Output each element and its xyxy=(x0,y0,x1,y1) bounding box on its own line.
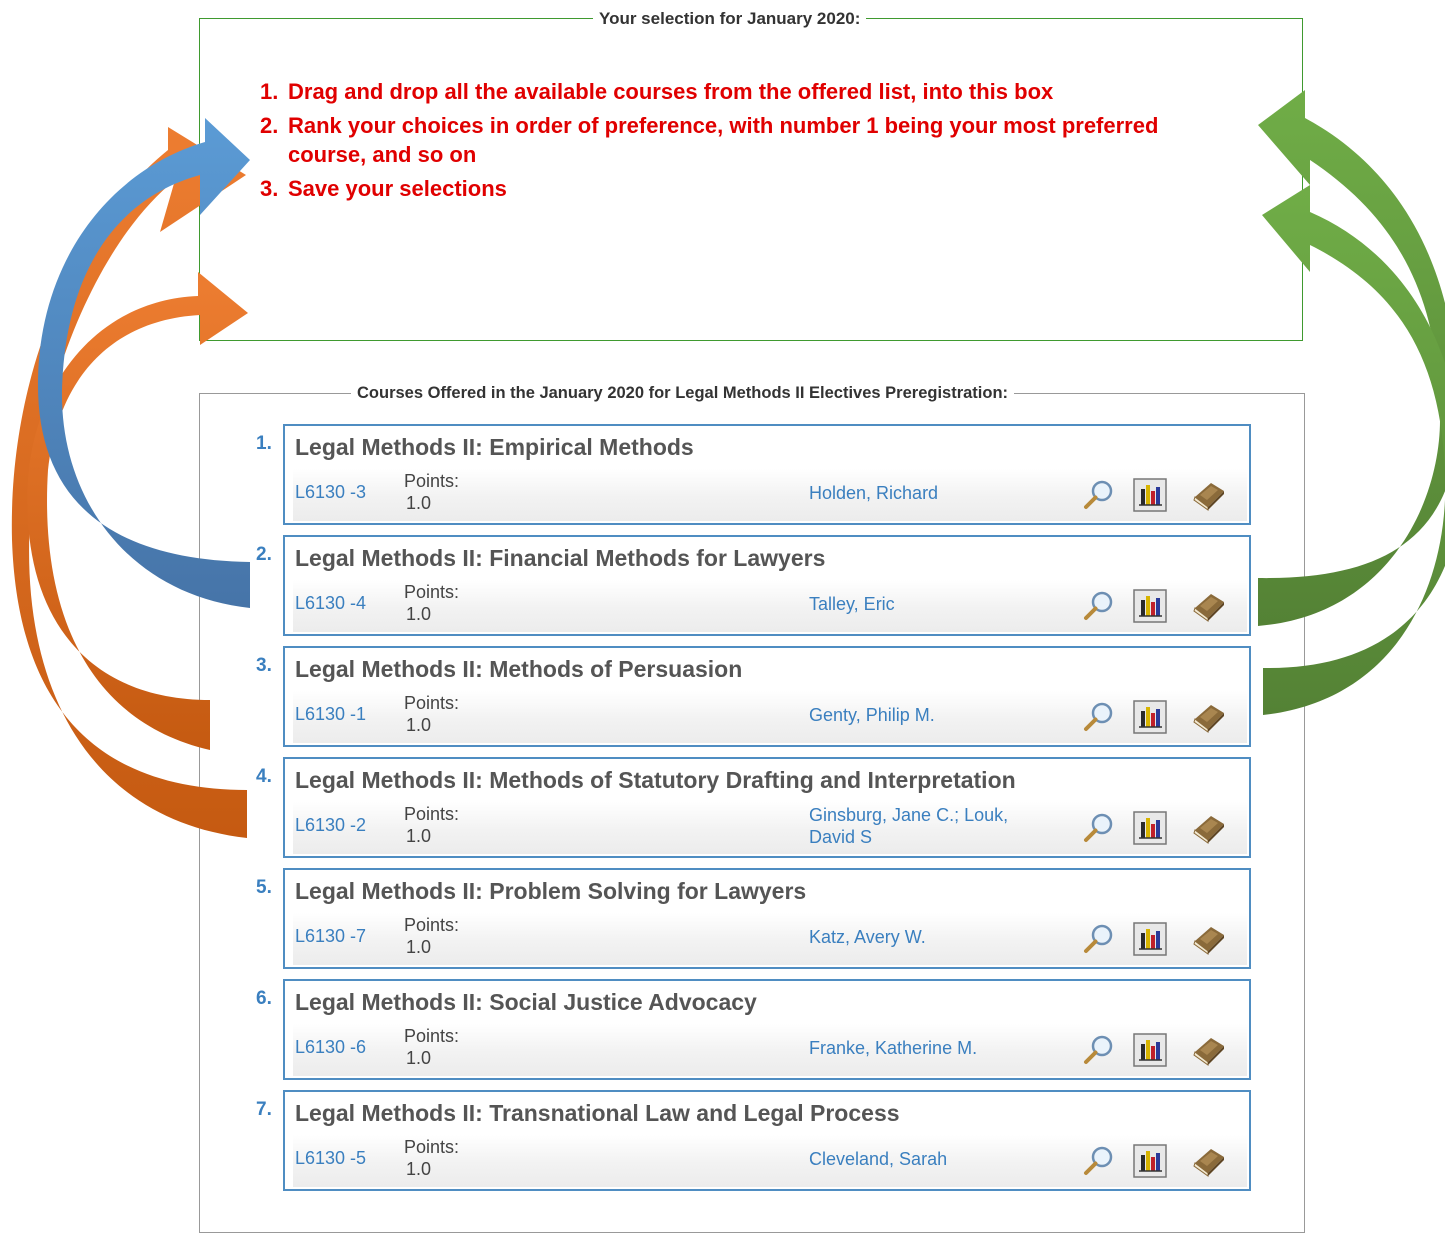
course-rank: 6. xyxy=(256,988,272,1009)
course-code[interactable]: L6130 -1 xyxy=(295,704,366,725)
points-value: 1.0 xyxy=(406,1048,432,1068)
course-title: Legal Methods II: Problem Solving for La… xyxy=(295,878,807,904)
bar-chart-icon[interactable] xyxy=(1132,699,1168,735)
points-label: Points: xyxy=(404,693,460,713)
course-title: Legal Methods II: Methods of Persuasion xyxy=(295,656,743,682)
instructor-link[interactable]: Holden, Richard xyxy=(809,482,1059,504)
magnifier-icon[interactable] xyxy=(1081,477,1117,513)
book-icon[interactable] xyxy=(1191,921,1227,957)
points-value: 1.0 xyxy=(406,493,432,513)
course-row[interactable]: 4. Legal Methods II: Methods of Statutor… xyxy=(200,757,1300,858)
book-icon[interactable] xyxy=(1191,1032,1227,1068)
course-title: Legal Methods II: Social Justice Advocac… xyxy=(295,989,757,1015)
points-label: Points: xyxy=(404,582,460,602)
course-row[interactable]: 7. Legal Methods II: Transnational Law a… xyxy=(200,1090,1300,1191)
course-rank: 5. xyxy=(256,877,272,898)
course-code[interactable]: L6130 -4 xyxy=(295,593,366,614)
points-label: Points: xyxy=(404,1137,460,1157)
course-card[interactable]: Legal Methods II: Empirical Methods L613… xyxy=(283,424,1251,525)
course-row[interactable]: 5. Legal Methods II: Problem Solving for… xyxy=(200,868,1300,969)
book-icon[interactable] xyxy=(1191,1143,1227,1179)
course-rank: 1. xyxy=(256,433,272,454)
instructor-link[interactable]: Ginsburg, Jane C.; Louk, David S xyxy=(809,804,1059,848)
bar-chart-icon[interactable] xyxy=(1132,588,1168,624)
instruction-item: 1. Drag and drop all the available cours… xyxy=(260,77,1188,106)
course-card[interactable]: Legal Methods II: Methods of Persuasion … xyxy=(283,646,1251,747)
bar-chart-icon[interactable] xyxy=(1132,477,1168,513)
course-rank: 7. xyxy=(256,1099,272,1120)
instruction-item: 3. Save your selections xyxy=(260,174,1188,203)
course-card[interactable]: Legal Methods II: Social Justice Advocac… xyxy=(283,979,1251,1080)
points-value: 1.0 xyxy=(406,715,432,735)
course-card[interactable]: Legal Methods II: Transnational Law and … xyxy=(283,1090,1251,1191)
courses-offered-box: Courses Offered in the January 2020 for … xyxy=(199,384,1305,1233)
course-rank: 2. xyxy=(256,544,272,565)
course-card[interactable]: Legal Methods II: Financial Methods for … xyxy=(283,535,1251,636)
instructor-link[interactable]: Cleveland, Sarah xyxy=(809,1148,1059,1170)
course-row[interactable]: 6. Legal Methods II: Social Justice Advo… xyxy=(200,979,1300,1080)
instructions-list: 1. Drag and drop all the available cours… xyxy=(260,77,1188,208)
course-title: Legal Methods II: Empirical Methods xyxy=(295,434,694,460)
instructor-link[interactable]: Franke, Katherine M. xyxy=(809,1037,1059,1059)
course-rank: 3. xyxy=(256,655,272,676)
bar-chart-icon[interactable] xyxy=(1132,810,1168,846)
book-icon[interactable] xyxy=(1191,699,1227,735)
instruction-number: 2. xyxy=(260,113,279,138)
instruction-item: 2. Rank your choices in order of prefere… xyxy=(260,111,1188,169)
course-row[interactable]: 2. Legal Methods II: Financial Methods f… xyxy=(200,535,1300,636)
course-row[interactable]: 3. Legal Methods II: Methods of Persuasi… xyxy=(200,646,1300,747)
bar-chart-icon[interactable] xyxy=(1132,1143,1168,1179)
points-label: Points: xyxy=(404,915,460,935)
selection-legend: Your selection for January 2020: xyxy=(593,9,867,29)
bar-chart-icon[interactable] xyxy=(1132,921,1168,957)
course-title: Legal Methods II: Financial Methods for … xyxy=(295,545,826,571)
instruction-text: Drag and drop all the available courses … xyxy=(288,79,1054,104)
course-code[interactable]: L6130 -7 xyxy=(295,926,366,947)
magnifier-icon[interactable] xyxy=(1081,588,1117,624)
instruction-text: Rank your choices in order of preference… xyxy=(288,113,1159,167)
book-icon[interactable] xyxy=(1191,810,1227,846)
course-rank: 4. xyxy=(256,766,272,787)
bar-chart-icon[interactable] xyxy=(1132,1032,1168,1068)
points-value: 1.0 xyxy=(406,1159,432,1179)
points-label: Points: xyxy=(404,471,460,491)
course-title: Legal Methods II: Methods of Statutory D… xyxy=(295,767,1016,793)
book-icon[interactable] xyxy=(1191,588,1227,624)
points-value: 1.0 xyxy=(406,937,432,957)
instruction-number: 1. xyxy=(260,79,279,104)
course-code[interactable]: L6130 -3 xyxy=(295,482,366,503)
book-icon[interactable] xyxy=(1191,477,1227,513)
course-row[interactable]: 1. Legal Methods II: Empirical Methods L… xyxy=(200,424,1300,525)
courses-legend: Courses Offered in the January 2020 for … xyxy=(351,384,1015,403)
magnifier-icon[interactable] xyxy=(1081,699,1117,735)
points-value: 1.0 xyxy=(406,826,432,846)
points-value: 1.0 xyxy=(406,604,432,624)
instruction-number: 3. xyxy=(260,176,279,201)
magnifier-icon[interactable] xyxy=(1081,810,1117,846)
magnifier-icon[interactable] xyxy=(1081,1032,1117,1068)
course-title: Legal Methods II: Transnational Law and … xyxy=(295,1100,900,1126)
course-code[interactable]: L6130 -2 xyxy=(295,815,366,836)
magnifier-icon[interactable] xyxy=(1081,1143,1117,1179)
course-code[interactable]: L6130 -5 xyxy=(295,1148,366,1169)
points-label: Points: xyxy=(404,1026,460,1046)
selection-drop-box[interactable]: Your selection for January 2020: 1. Drag… xyxy=(199,9,1303,341)
instruction-text: Save your selections xyxy=(288,176,507,201)
points-label: Points: xyxy=(404,804,460,824)
course-card[interactable]: Legal Methods II: Methods of Statutory D… xyxy=(283,757,1251,858)
course-card[interactable]: Legal Methods II: Problem Solving for La… xyxy=(283,868,1251,969)
instructor-link[interactable]: Genty, Philip M. xyxy=(809,704,1059,726)
instructor-link[interactable]: Talley, Eric xyxy=(809,593,1059,615)
instructor-link[interactable]: Katz, Avery W. xyxy=(809,926,1059,948)
course-code[interactable]: L6130 -6 xyxy=(295,1037,366,1058)
magnifier-icon[interactable] xyxy=(1081,921,1117,957)
